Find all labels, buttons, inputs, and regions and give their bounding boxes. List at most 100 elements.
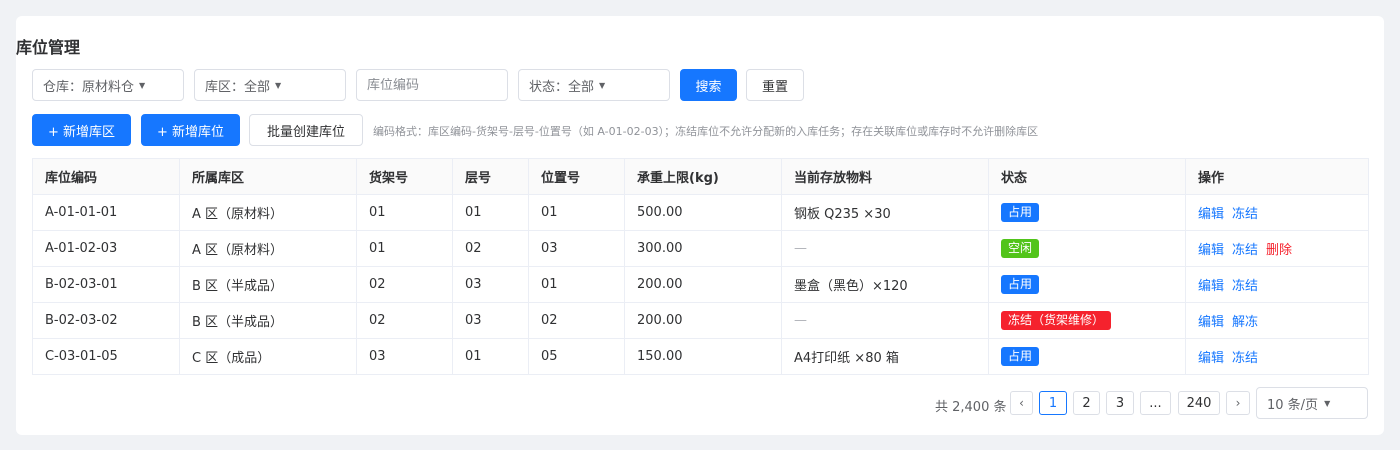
column-header: 库位编码	[32, 158, 180, 195]
page-button[interactable]: 3	[1106, 391, 1134, 415]
warehouse-select[interactable]: 仓库：原材料仓 ▼	[32, 69, 184, 101]
cell-zone: B 区（半成品）	[179, 266, 357, 303]
cell-layer: 02	[452, 230, 529, 267]
page-button[interactable]: 1	[1039, 391, 1067, 415]
status-badge: 占用	[1001, 203, 1040, 222]
location-code-input[interactable]	[367, 77, 497, 93]
status-badge: 占用	[1001, 347, 1040, 366]
status-badge: 空闲	[1001, 239, 1040, 258]
cell-code: C-03-01-05	[32, 338, 180, 375]
cell-shelf: 02	[356, 266, 453, 303]
zone-select-label: 库区：全部	[205, 79, 271, 95]
freeze-link[interactable]: 冻结	[1232, 279, 1258, 294]
edit-link[interactable]: 编辑	[1198, 207, 1224, 222]
cell-layer: 03	[452, 266, 529, 303]
table-row: A-01-02-03 A 区（原材料） 01 02 03 300.00— 空闲 编辑 冻结 删除	[32, 230, 1369, 267]
table-row: A-01-01-01 A 区（原材料） 01 01 01 500.00 钢板 Q235 ×3…	[32, 194, 1369, 231]
cell-code: B-02-03-01	[32, 266, 180, 303]
edit-link[interactable]: 编辑	[1198, 315, 1224, 330]
cell-position: 01	[528, 194, 625, 231]
column-header: 状态	[988, 158, 1186, 195]
edit-link[interactable]: 编辑	[1198, 351, 1224, 366]
cell-status: 空闲	[988, 230, 1186, 267]
search-button[interactable]: 搜索	[680, 69, 737, 101]
location-table: 库位编码 所属库区 货架号 层号 位置号 承重上限(kg) 当前存放物料 状态 …	[32, 158, 1369, 375]
reset-button[interactable]: 重置	[746, 69, 804, 101]
encoding-hint: 编码格式：库区编码-货架号-层号-位置号（如 A-01-02-03）；冻结库位不…	[373, 125, 1039, 138]
cell-code: A-01-02-03	[32, 230, 180, 267]
cell-load: 200.00	[624, 266, 782, 303]
cell-shelf: 01	[356, 230, 453, 267]
column-header: 层号	[452, 158, 529, 195]
cell-code: A-01-01-01	[32, 194, 180, 231]
total-count: 共 2,400 条	[935, 400, 1007, 415]
cell-status: 占用	[988, 266, 1186, 303]
cell-shelf: 02	[356, 302, 453, 339]
chevron-down-icon: ▼	[1324, 398, 1331, 408]
cell-actions: 编辑 冻结 删除	[1185, 230, 1369, 267]
page-title: 库位管理	[16, 38, 81, 57]
unfreeze-link[interactable]: 解冻	[1232, 315, 1258, 330]
cell-material: —	[781, 302, 989, 339]
warehouse-select-label: 仓库：原材料仓	[43, 79, 135, 95]
cell-layer: 01	[452, 338, 529, 375]
page-button[interactable]: 2	[1073, 391, 1100, 415]
cell-actions: 编辑 冻结	[1185, 266, 1369, 303]
delete-link[interactable]: 删除	[1266, 243, 1292, 258]
cell-position: 02	[528, 302, 625, 339]
column-header: 操作	[1185, 158, 1369, 195]
location-code-field[interactable]	[356, 69, 508, 101]
page-size-label: 10 条/页	[1267, 397, 1319, 413]
cell-shelf: 01	[356, 194, 453, 231]
cell-actions: 编辑 冻结	[1185, 338, 1369, 375]
cell-shelf: 03	[356, 338, 453, 375]
cell-load: 500.00	[624, 194, 782, 231]
status-select[interactable]: 状态：全部 ▼	[518, 69, 670, 101]
column-header: 货架号	[356, 158, 453, 195]
freeze-link[interactable]: 冻结	[1232, 243, 1258, 258]
cell-load: 200.00	[624, 302, 782, 339]
next-page-button[interactable]: ›	[1226, 391, 1250, 415]
status-badge: 冻结（货架维修）	[1001, 311, 1112, 330]
edit-link[interactable]: 编辑	[1198, 243, 1224, 258]
table-row: B-02-03-02 B 区（半成品） 02 03 02 200.00— 冻结（货架维修）编…	[32, 302, 1369, 339]
table-header-row: 库位编码 所属库区 货架号 层号 位置号 承重上限(kg) 当前存放物料 状态 …	[32, 158, 1369, 195]
column-header: 位置号	[528, 158, 625, 195]
cell-position: 05	[528, 338, 625, 375]
freeze-link[interactable]: 冻结	[1232, 207, 1258, 222]
cell-position: 01	[528, 266, 625, 303]
cell-zone: A 区（原材料）	[179, 194, 357, 231]
page-size-select[interactable]: 10 条/页 ▼	[1256, 387, 1368, 419]
cell-material: —	[781, 230, 989, 267]
add-zone-button[interactable]: + 新增库区	[32, 114, 131, 146]
cell-zone: C 区（成品）	[179, 338, 357, 375]
cell-actions: 编辑 冻结	[1185, 194, 1369, 231]
cell-position: 03	[528, 230, 625, 267]
status-badge: 占用	[1001, 275, 1040, 294]
cell-load: 150.00	[624, 338, 782, 375]
cell-code: B-02-03-02	[32, 302, 180, 339]
cell-layer: 01	[452, 194, 529, 231]
column-header: 承重上限(kg)	[624, 158, 782, 195]
page-ellipsis[interactable]: ...	[1140, 391, 1171, 415]
freeze-link[interactable]: 冻结	[1232, 351, 1258, 366]
page-button[interactable]: 240	[1178, 391, 1220, 415]
edit-link[interactable]: 编辑	[1198, 279, 1224, 294]
cell-material: 墨盒（黑色）×120	[781, 266, 989, 303]
cell-status: 冻结（货架维修）	[988, 302, 1186, 339]
zone-select[interactable]: 库区：全部 ▼	[194, 69, 346, 101]
cell-actions: 编辑 解冻	[1185, 302, 1369, 339]
cell-material: A4打印纸 ×80 箱	[781, 338, 989, 375]
prev-page-button[interactable]: ‹	[1010, 391, 1033, 415]
cell-zone: B 区（半成品）	[179, 302, 357, 339]
cell-status: 占用	[988, 338, 1186, 375]
add-location-button[interactable]: + 新增库位	[141, 114, 240, 146]
column-header: 当前存放物料	[781, 158, 989, 195]
cell-zone: A 区（原材料）	[179, 230, 357, 267]
chevron-down-icon: ▼	[599, 80, 606, 90]
chevron-down-icon: ▼	[139, 80, 146, 90]
batch-create-button[interactable]: 批量创建库位	[249, 114, 363, 146]
chevron-down-icon: ▼	[275, 80, 282, 90]
column-header: 所属库区	[179, 158, 357, 195]
cell-status: 占用	[988, 194, 1186, 231]
